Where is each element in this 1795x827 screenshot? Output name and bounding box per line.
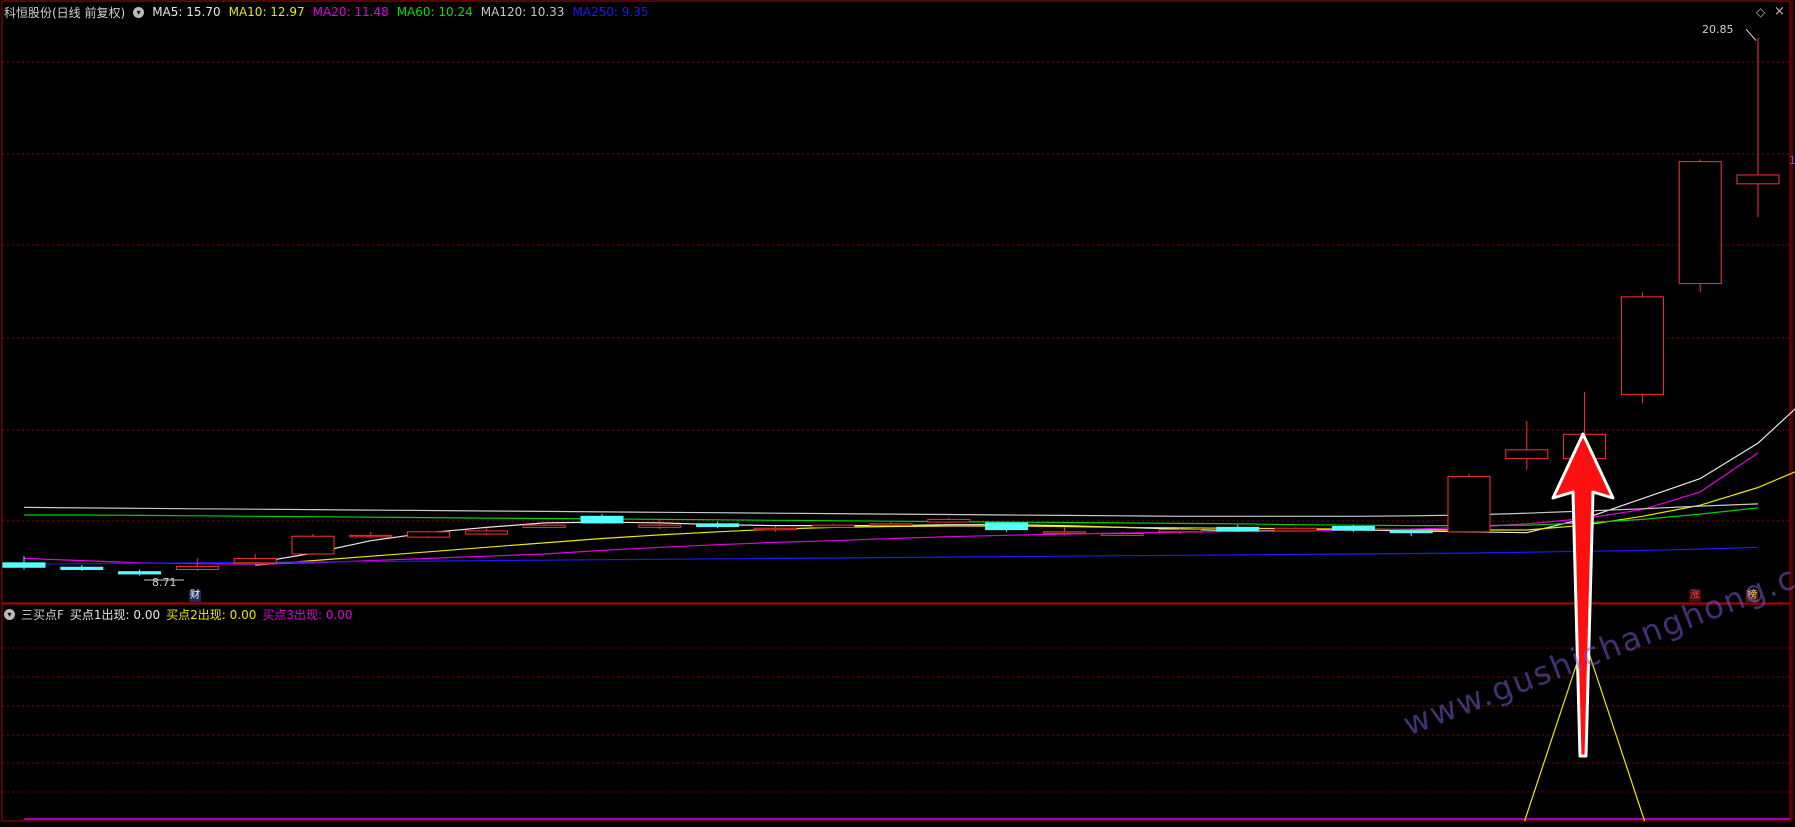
max-price-label: 20.85 — [1702, 23, 1734, 36]
candle-body — [1158, 529, 1202, 533]
candle-body — [1678, 161, 1722, 285]
candle-body — [1100, 533, 1144, 536]
diamond-icon[interactable]: ◇ — [1756, 5, 1765, 19]
candle-body — [638, 524, 682, 528]
chart-stage: 科恒股份(日线 前复权) ▾ MA5: 15.70 MA10: 12.97 MA… — [0, 0, 1795, 823]
candle-body — [233, 557, 277, 564]
ma250-line — [23, 546, 1759, 565]
ma120-label: MA120: 10.33 — [480, 5, 565, 19]
candle-body — [2, 562, 46, 568]
candle-body — [1274, 527, 1318, 532]
buy-point-3-label: 买点3出现: 0.00 — [262, 607, 353, 622]
candle-body — [927, 518, 971, 523]
indicator-collapse-icon[interactable]: ▾ — [4, 608, 15, 620]
max-price-pointer — [1745, 28, 1757, 41]
close-icon[interactable]: × — [1774, 4, 1785, 19]
candle-body — [869, 523, 913, 526]
ma250-label: MA250: 9.35 — [572, 5, 649, 19]
candle-body — [1736, 174, 1780, 185]
candle-body — [291, 535, 335, 555]
buy-point-1-label: 买点1出现: 0.00 — [69, 607, 161, 622]
right-edge-label: 1 — [1789, 154, 1795, 167]
candle-body — [580, 515, 624, 524]
ma60-label: MA60: 10.24 — [396, 5, 473, 19]
main-panel-border — [1, 0, 1791, 604]
ma5-label: MA5: 15.70 — [152, 5, 221, 19]
candle-body — [696, 523, 740, 527]
badge-cai[interactable]: 财 — [189, 590, 201, 602]
stock-title: 科恒股份(日线 前复权) — [4, 5, 126, 20]
min-price-label: 8.71 — [152, 576, 177, 589]
ma20-label: MA20: 11.48 — [312, 5, 389, 19]
ma10-label: MA10: 12.97 — [228, 5, 305, 19]
candle-body — [522, 524, 566, 528]
ma120-line — [23, 503, 1759, 517]
candle-body — [1331, 525, 1375, 531]
candle-body — [753, 527, 797, 531]
indicator-legend: ▾ 三买点F 买点1出现: 0.00 买点2出现: 0.00 买点3出现: 0.… — [4, 606, 353, 622]
candle-body — [407, 531, 451, 538]
candle-body — [60, 566, 104, 570]
indicator-title: 三买点F — [21, 607, 64, 622]
collapse-icon[interactable]: ▾ — [133, 6, 145, 18]
candle-body — [1216, 526, 1260, 532]
candle-body — [985, 522, 1029, 531]
candle-body — [1505, 449, 1549, 460]
candle-body — [349, 534, 393, 538]
ma20-line — [23, 452, 1759, 565]
candle-body — [1620, 296, 1664, 395]
candle-body — [811, 524, 855, 528]
candle-body — [1389, 530, 1433, 534]
candle-body — [1447, 475, 1491, 533]
buy-point-2-label: 买点2出现: 0.00 — [166, 607, 257, 622]
candle-body — [464, 530, 508, 535]
candle-body — [118, 571, 162, 575]
indicator-panel-border — [1, 603, 1791, 822]
main-legend: 科恒股份(日线 前复权) ▾ MA5: 15.70 MA10: 12.97 MA… — [4, 4, 648, 20]
candle-body — [1042, 531, 1086, 534]
candle-body — [175, 565, 219, 570]
